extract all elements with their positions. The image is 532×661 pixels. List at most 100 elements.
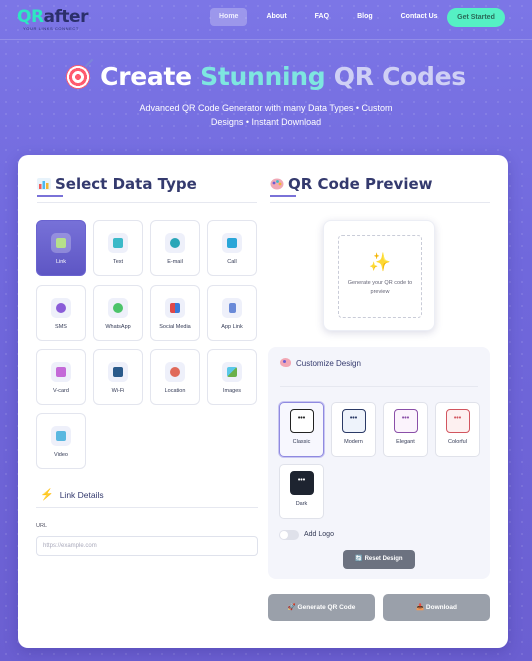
customize-heading: Customize Design xyxy=(280,358,361,368)
style-option-elegant[interactable]: ••• Elegant xyxy=(383,402,428,457)
tile-label: Text xyxy=(112,259,124,265)
generate-qr-button[interactable]: 🚀 Generate QR Code xyxy=(268,594,375,621)
target-icon xyxy=(66,65,91,89)
colorful-swatch: ••• xyxy=(445,409,470,433)
elegant-swatch: ••• xyxy=(393,409,418,433)
nav-link-blog[interactable]: Blog xyxy=(348,8,382,26)
nav-link-about[interactable]: About xyxy=(257,8,295,26)
type-tile-text[interactable]: Text xyxy=(93,220,143,276)
style-label: Classic xyxy=(292,439,311,445)
lightning-icon: ⚡ xyxy=(40,489,54,501)
divider xyxy=(36,507,258,508)
tile-label: Video xyxy=(54,452,68,458)
style-option-colorful[interactable]: ••• Colorful xyxy=(435,402,480,457)
tile-label: V-card xyxy=(53,388,69,394)
tile-label: E-mail xyxy=(167,259,183,265)
tile-label: Link xyxy=(55,259,67,265)
vcard-icon xyxy=(51,362,71,382)
wifi-icon xyxy=(108,362,128,382)
url-input[interactable]: https://example.com xyxy=(36,536,258,556)
app-link-icon xyxy=(222,298,242,318)
style-option-modern[interactable]: ••• Modern xyxy=(331,402,376,457)
brand-logo[interactable]: QRafter YOUR LINKS CONNECT xyxy=(17,7,88,31)
reset-design-button[interactable]: 🔄 Reset Design xyxy=(343,550,415,569)
url-label: URL xyxy=(36,523,48,529)
customize-design-panel: Customize Design ••• Classic ••• Modern … xyxy=(268,347,490,579)
type-tile-link[interactable]: Link xyxy=(36,220,86,276)
phone-icon xyxy=(222,233,242,253)
style-option-classic[interactable]: ••• Classic xyxy=(279,402,324,457)
data-type-title: Select Data Type xyxy=(55,175,197,193)
text-icon xyxy=(108,233,128,253)
type-tile-vcard[interactable]: V-card xyxy=(36,349,86,405)
logo-after-text: after xyxy=(43,7,89,27)
style-label: Colorful xyxy=(448,439,467,445)
add-logo-label: Add Logo xyxy=(304,531,334,538)
tile-label: Wi-Fi xyxy=(111,388,125,394)
preview-placeholder-text: Generate your QR code to preview xyxy=(347,280,413,295)
heading-underline xyxy=(270,195,296,197)
qr-preview-box: ✨ Generate your QR code to preview xyxy=(323,220,435,331)
tile-label: SMS xyxy=(55,324,67,330)
generate-label: Generate QR Code xyxy=(297,604,356,611)
style-label: Dark xyxy=(295,501,308,507)
link-icon xyxy=(51,233,71,253)
style-option-dark[interactable]: ••• Dark xyxy=(279,464,324,519)
tile-label: Location xyxy=(164,388,186,394)
classic-swatch: ••• xyxy=(289,409,314,433)
hero-title-part1: Create xyxy=(100,62,192,91)
dark-swatch: ••• xyxy=(289,471,314,495)
type-tile-app-link[interactable]: App Link xyxy=(207,285,257,341)
refresh-icon: 🔄 xyxy=(355,556,363,562)
link-details-title: Link Details xyxy=(59,490,104,500)
top-navbar: QRafter YOUR LINKS CONNECT Home About FA… xyxy=(0,0,532,40)
get-started-button[interactable]: Get Started xyxy=(447,8,505,27)
preview-title: QR Code Preview xyxy=(288,175,433,193)
url-placeholder: https://example.com xyxy=(43,543,97,549)
tile-label: Images xyxy=(222,388,242,394)
type-tile-email[interactable]: E-mail xyxy=(150,220,200,276)
data-type-heading: Select Data Type xyxy=(37,175,197,193)
type-tile-social-media[interactable]: Social Media xyxy=(150,285,200,341)
images-icon xyxy=(222,362,242,382)
hero-title: Create Stunning QR Codes xyxy=(0,62,532,91)
nav-link-contact[interactable]: Contact Us xyxy=(392,8,447,26)
nav-link-home[interactable]: Home xyxy=(210,8,248,26)
type-tile-location[interactable]: Location xyxy=(150,349,200,405)
tile-label: Call xyxy=(227,259,237,265)
type-tile-whatsapp[interactable]: WhatsApp xyxy=(93,285,143,341)
email-icon xyxy=(165,233,185,253)
heading-underline xyxy=(37,195,63,197)
style-label: Modern xyxy=(344,439,363,445)
social-icon xyxy=(165,298,185,318)
type-tile-video[interactable]: Video xyxy=(36,413,86,469)
logo-tagline: YOUR LINKS CONNECT xyxy=(23,26,79,31)
logo-qr-text: QR xyxy=(17,7,44,27)
tile-label: App Link xyxy=(221,324,243,330)
hero-title-part2: Stunning xyxy=(200,62,326,91)
palette-icon xyxy=(280,358,291,367)
hero-subtitle-line2: Designs • Instant Download xyxy=(210,117,322,127)
generator-card: Select Data Type Link Text E-mail Call S… xyxy=(18,155,508,648)
type-tile-call[interactable]: Call xyxy=(207,220,257,276)
tile-label: WhatsApp xyxy=(105,324,131,330)
hero-subtitle-line1: Advanced QR Code Generator with many Dat… xyxy=(139,103,393,113)
tile-label: Social Media xyxy=(159,324,191,330)
type-tile-wifi[interactable]: Wi-Fi xyxy=(93,349,143,405)
customize-title: Customize Design xyxy=(296,359,361,368)
nav-link-faq[interactable]: FAQ xyxy=(306,8,338,26)
download-button[interactable]: 📥 Download xyxy=(383,594,490,621)
divider xyxy=(37,202,257,203)
whatsapp-icon xyxy=(108,298,128,318)
preview-heading: QR Code Preview xyxy=(270,175,433,193)
divider xyxy=(280,386,478,387)
reset-design-label: Reset Design xyxy=(364,556,403,562)
bar-chart-icon xyxy=(37,178,51,190)
nav-links: Home About FAQ Blog Contact Us xyxy=(210,8,457,26)
add-logo-toggle[interactable] xyxy=(279,530,299,540)
video-icon xyxy=(51,426,71,446)
hero-subtitle: Advanced QR Code Generator with many Dat… xyxy=(130,101,402,129)
download-icon: 📥 xyxy=(416,604,425,611)
type-tile-sms[interactable]: SMS xyxy=(36,285,86,341)
type-tile-images[interactable]: Images xyxy=(207,349,257,405)
